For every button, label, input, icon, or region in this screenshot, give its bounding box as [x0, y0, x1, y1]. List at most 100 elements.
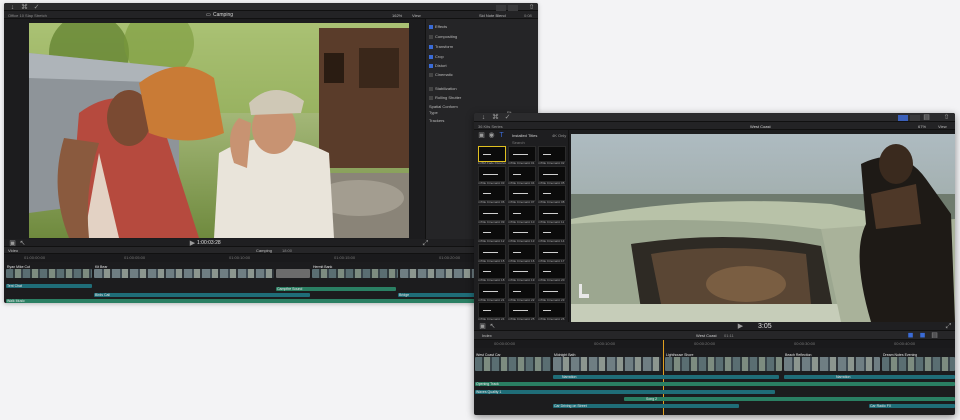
title-thumbnail[interactable]	[478, 204, 506, 221]
video-clip[interactable]	[665, 357, 782, 371]
title-thumbnail[interactable]	[508, 302, 536, 318]
video-clip[interactable]	[475, 357, 551, 371]
title-thumbnail[interactable]	[478, 302, 506, 318]
timeline-ruler[interactable]: 00:00:00:00 00:00:10:00 00:00:20:00 00:0…	[474, 340, 955, 348]
title-thumbnail[interactable]	[508, 204, 536, 221]
blade-icon[interactable]: ↖	[488, 323, 497, 330]
inspector-row[interactable]: Transform	[429, 44, 453, 49]
media-icon[interactable]: ▣	[477, 132, 486, 139]
fullscreen-icon[interactable]: ⤢	[944, 323, 953, 330]
audio-clip[interactable]	[475, 390, 775, 394]
inspector-row[interactable]: Rolling Shutter	[429, 95, 461, 100]
inspector-row[interactable]: Compositing	[429, 34, 457, 39]
title-thumbnail[interactable]	[538, 204, 566, 221]
film-icon: ▭	[206, 12, 211, 18]
title-preview-line	[543, 290, 558, 292]
title-thumbnail[interactable]	[538, 282, 566, 299]
title-thumbnail[interactable]	[508, 263, 536, 279]
video-clip[interactable]	[6, 269, 92, 278]
view-menu[interactable]: View	[412, 13, 421, 18]
zoom-select[interactable]: 162%	[392, 13, 402, 18]
audio-clip[interactable]	[624, 397, 955, 401]
layout-icon-2[interactable]	[910, 115, 920, 121]
audio-clip[interactable]	[475, 382, 955, 386]
title-preview-line	[483, 193, 491, 194]
play-icon[interactable]: ▶	[736, 323, 745, 330]
checkmark-icon[interactable]: ✓	[503, 114, 512, 121]
checkbox[interactable]	[429, 72, 433, 77]
timeline-index[interactable]: Index	[482, 333, 492, 338]
browser-filter[interactable]: 4K Only	[552, 133, 566, 138]
title-thumbnail[interactable]	[538, 146, 566, 162]
checkbox[interactable]	[429, 54, 433, 59]
audio-label: Bridge	[399, 293, 410, 297]
video-clip[interactable]	[94, 269, 274, 278]
video-clip[interactable]	[882, 357, 955, 371]
browser-tab[interactable]: Installed Titles	[512, 133, 537, 138]
title-thumbnail[interactable]	[478, 185, 506, 201]
video-clip[interactable]	[784, 357, 880, 371]
inspector-toggle-icon[interactable]: ▤	[922, 114, 931, 121]
inspector-row[interactable]: Distort	[429, 63, 447, 68]
narration-clip[interactable]	[553, 375, 779, 379]
zoom-select[interactable]: 67%	[918, 124, 926, 129]
ruler-mark: 01:00:05:00	[124, 255, 146, 260]
timeline-ruler[interactable]: 01:00:00:00 01:00:05:00 01:00:10:00 01:0…	[4, 254, 538, 262]
timeline-index[interactable]: Video	[8, 248, 18, 253]
keyword-icon[interactable]: ⌘	[491, 114, 500, 121]
photos-icon[interactable]: ◉	[487, 132, 496, 139]
checkbox[interactable]	[429, 44, 433, 49]
title-thumbnail[interactable]	[508, 165, 536, 182]
library-name[interactable]: 36 Kits Series	[478, 124, 503, 129]
inspector-row[interactable]: Type	[429, 110, 438, 115]
video-clip-selected[interactable]	[276, 269, 310, 278]
title-preview-line	[543, 193, 551, 194]
inspector-row[interactable]: Trackers	[429, 118, 444, 123]
title-thumbnail[interactable]	[478, 165, 506, 182]
inspector-row[interactable]: Stabilization	[429, 86, 457, 91]
layout-icon[interactable]	[898, 115, 908, 121]
title-thumbnail[interactable]	[508, 185, 536, 201]
checkbox[interactable]	[429, 34, 433, 39]
checkbox[interactable]	[429, 95, 433, 100]
title-thumbnail[interactable]	[478, 282, 506, 299]
audio-meter-icon[interactable]: ◼	[906, 332, 915, 339]
audio-clip-music[interactable]	[6, 299, 538, 303]
inspector-row[interactable]: Spatial Conform	[429, 104, 458, 109]
breadcrumb[interactable]: Office 10 Slap Stretch	[8, 13, 47, 18]
video-clip[interactable]	[312, 269, 398, 278]
audio-label: Car Driving on Street	[554, 404, 587, 408]
title-thumbnail[interactable]	[508, 224, 536, 240]
snapping-icon[interactable]: ◼	[918, 332, 927, 339]
checkbox[interactable]	[429, 24, 433, 29]
inspector-row[interactable]: Crop	[429, 54, 444, 59]
timeline-duration: 18:00	[282, 248, 293, 253]
title-thumbnail[interactable]	[508, 243, 536, 260]
inspector-row[interactable]: Cinematic	[429, 72, 453, 77]
inspector-row[interactable]: Effects	[429, 24, 447, 29]
title-thumbnail[interactable]	[538, 185, 566, 201]
tool-select-icon[interactable]: ▣	[478, 323, 487, 330]
title-thumbnail[interactable]	[478, 224, 506, 240]
title-thumbnail[interactable]	[478, 243, 506, 260]
search-input[interactable]: Search	[512, 140, 525, 145]
title-thumbnail[interactable]	[538, 243, 566, 260]
video-clip[interactable]	[553, 357, 661, 371]
import-icon[interactable]: ↓	[479, 114, 488, 121]
view-menu[interactable]: View	[938, 124, 947, 129]
title-thumbnail[interactable]	[538, 263, 566, 279]
title-thumbnail[interactable]	[478, 146, 506, 162]
title-thumbnail[interactable]	[508, 146, 536, 162]
title-thumbnail[interactable]	[508, 282, 536, 299]
checkbox[interactable]	[429, 63, 433, 68]
title-thumbnail[interactable]	[538, 224, 566, 240]
share-icon[interactable]: ⇧	[942, 114, 951, 121]
title-thumbnail[interactable]	[538, 165, 566, 182]
audio-clip[interactable]	[94, 293, 310, 297]
clip-appearance-icon[interactable]: ▤	[930, 332, 939, 339]
titles-icon[interactable]: T	[497, 132, 506, 139]
title-thumbnail[interactable]	[478, 263, 506, 279]
title-thumbnail[interactable]	[538, 302, 566, 318]
narration-clip[interactable]	[784, 375, 955, 379]
checkbox[interactable]	[429, 86, 433, 91]
